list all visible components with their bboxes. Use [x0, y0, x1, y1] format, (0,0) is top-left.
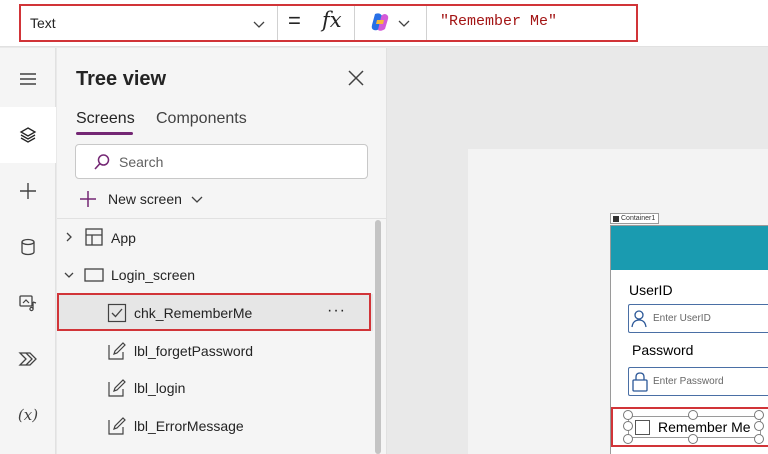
tab-underline: [76, 132, 133, 135]
menu-button[interactable]: [0, 51, 56, 107]
tree-row-label-control[interactable]: lbl_forgetPassword: [57, 332, 373, 369]
login-container[interactable]: UserID Enter UserID Password Enter Passw…: [610, 225, 768, 454]
power-automate-icon: [18, 352, 37, 366]
resize-handle[interactable]: [754, 434, 764, 444]
app-icon: [85, 228, 103, 246]
tree-row-label-control[interactable]: lbl_ErrorMessage: [57, 407, 373, 444]
tab-screens[interactable]: Screens: [76, 110, 135, 128]
lock-icon: [632, 372, 648, 392]
container-tag: Container1: [610, 213, 660, 224]
insert-button[interactable]: [0, 163, 56, 219]
media-button[interactable]: [0, 275, 56, 331]
checkbox-icon: [107, 303, 127, 323]
userid-placeholder: Enter UserID: [653, 313, 711, 324]
password-placeholder: Enter Password: [653, 376, 724, 387]
resize-handle[interactable]: [754, 421, 764, 431]
tree-row-screen[interactable]: Login_screen: [57, 256, 373, 293]
power-automate-button[interactable]: [0, 331, 56, 387]
divider: [354, 6, 355, 40]
fx-icon[interactable]: fx: [322, 8, 342, 32]
add-icon: [80, 191, 96, 207]
panel-title: Tree view: [76, 68, 167, 90]
data-button[interactable]: [0, 219, 56, 275]
password-label: Password: [632, 342, 694, 358]
copilot-icon[interactable]: [369, 11, 391, 33]
close-icon[interactable]: [347, 69, 365, 87]
search-icon: [94, 154, 110, 170]
container-tag-label: Container1: [621, 215, 656, 222]
more-options-button[interactable]: ···: [327, 302, 346, 320]
chevron-down-icon: [253, 21, 265, 28]
left-rail: (x): [0, 48, 56, 454]
container-icon: [613, 215, 619, 222]
tree-row-label: lbl_ErrorMessage: [134, 418, 244, 434]
userid-input[interactable]: Enter UserID: [628, 304, 768, 333]
new-screen-label: New screen: [108, 191, 182, 207]
tree-row-label: chk_RememberMe: [134, 305, 253, 321]
tree-view-button[interactable]: [0, 107, 56, 163]
tree-row-label: App: [111, 230, 136, 246]
new-screen-button[interactable]: New screen: [79, 188, 204, 210]
password-input[interactable]: Enter Password: [628, 367, 768, 396]
chevron-down-icon[interactable]: [63, 269, 75, 281]
label-edit-icon: [108, 417, 126, 435]
tree-view-panel: Tree view Screens Components Search New …: [57, 48, 387, 454]
tree-row-label: lbl_login: [134, 380, 186, 396]
resize-handle[interactable]: [688, 410, 698, 420]
layers-icon: [19, 127, 37, 143]
highlight-box: Remember Me: [611, 407, 768, 447]
formula-input[interactable]: "Remember Me": [440, 13, 557, 30]
tab-components[interactable]: Components: [156, 110, 247, 128]
userid-label: UserID: [629, 282, 673, 298]
checkbox-square[interactable]: [635, 419, 650, 435]
search-input[interactable]: Search: [75, 144, 368, 179]
variables-button[interactable]: (x): [0, 387, 56, 443]
chevron-right-icon[interactable]: [63, 231, 75, 243]
variables-icon: (x): [17, 406, 39, 424]
media-icon: [19, 295, 37, 312]
tree-row-app[interactable]: App: [57, 219, 373, 256]
resize-handle[interactable]: [623, 434, 633, 444]
label-edit-icon: [108, 342, 126, 360]
search-placeholder: Search: [119, 154, 164, 170]
menu-icon: [20, 73, 36, 85]
formula-bar: Text = fx "Remember Me": [0, 0, 768, 47]
resize-handle[interactable]: [623, 421, 633, 431]
resize-handle[interactable]: [623, 410, 633, 420]
scrollbar[interactable]: [375, 220, 381, 454]
resize-handle[interactable]: [688, 434, 698, 444]
divider: [426, 6, 427, 40]
tree-row-checkbox[interactable]: chk_RememberMe ···: [57, 294, 373, 331]
tree-row-label: Login_screen: [111, 267, 196, 283]
chevron-down-icon: [191, 196, 203, 203]
remember-me-label: Remember Me: [658, 419, 751, 435]
tree-row-label-control[interactable]: lbl_login: [57, 369, 373, 406]
property-value: Text: [30, 15, 56, 31]
add-icon: [20, 183, 36, 199]
tree-row-label: lbl_forgetPassword: [134, 343, 254, 359]
user-icon: [631, 310, 647, 328]
chevron-down-icon[interactable]: [397, 16, 411, 30]
equals-sign: =: [288, 8, 301, 33]
design-canvas[interactable]: Container1 UserID Enter UserID Password …: [388, 48, 768, 454]
screen-icon: [84, 268, 104, 282]
data-icon: [21, 238, 35, 256]
form-header: [611, 226, 768, 270]
label-edit-icon: [108, 379, 126, 397]
resize-handle[interactable]: [754, 410, 764, 420]
property-dropdown[interactable]: Text: [19, 4, 278, 42]
